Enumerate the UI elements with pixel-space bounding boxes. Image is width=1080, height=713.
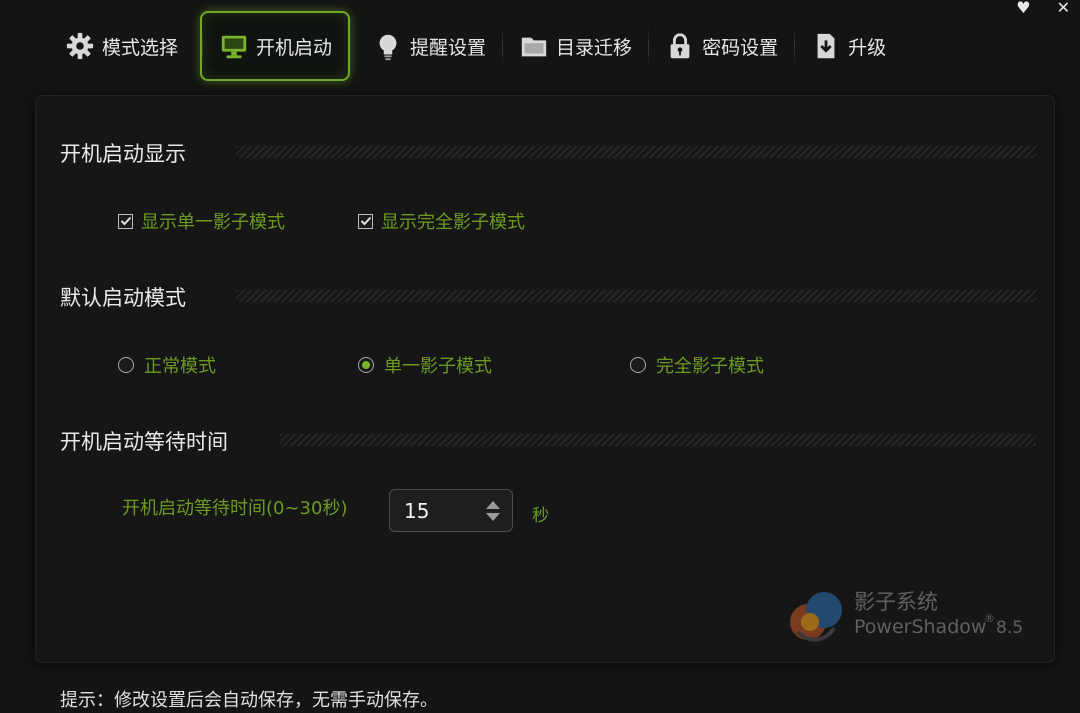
checkbox-checked-icon <box>118 213 133 229</box>
gear-icon <box>64 30 96 62</box>
folder-icon <box>518 30 550 62</box>
upgrade-icon <box>810 30 842 62</box>
tab-reminder-settings[interactable]: 提醒设置 <box>356 16 502 76</box>
show-full-shadow-checkbox[interactable]: 显示完全影子模式 <box>358 208 525 234</box>
radio-full-shadow-mode[interactable]: 完全影子模式 <box>630 352 764 378</box>
brand-version: 8.5 <box>996 618 1024 638</box>
brand-name-cn: 影子系统 <box>854 590 938 614</box>
radio-single-shadow-mode[interactable]: 单一影子模式 <box>358 352 492 378</box>
window-controls: ♥ ✕ <box>1016 0 1070 16</box>
section-divider <box>280 434 1036 446</box>
settings-panel: 开机启动显示 显示单一影子模式 显示完全影子模式 默认启动模式 正常模式 单一影… <box>36 96 1054 662</box>
wait-time-value[interactable]: 15 <box>404 499 429 523</box>
bulb-icon <box>372 30 404 62</box>
tab-bar: 模式选择 开机启动 提醒设置 目录迁移 密码设置 升级 <box>48 10 902 82</box>
section-divider <box>236 146 1036 158</box>
wait-time-spinbox[interactable]: 15 <box>389 489 513 532</box>
section-title-wait: 开机启动等待时间 <box>60 426 1036 456</box>
spin-up-icon[interactable] <box>486 500 500 509</box>
spin-arrows <box>486 500 500 521</box>
registered-mark: ® <box>984 612 995 625</box>
section-title-mode: 默认启动模式 <box>60 282 1036 312</box>
minimize-button[interactable]: ♥ <box>1016 0 1030 16</box>
spin-down-icon[interactable] <box>486 512 500 521</box>
tab-mode-select[interactable]: 模式选择 <box>48 16 194 76</box>
brand-logo: 影子系统 PowerShadow ® 8.5 <box>788 586 1038 646</box>
powershadow-logo-icon <box>790 592 842 642</box>
radio-selected-icon <box>358 357 374 373</box>
tab-label: 密码设置 <box>702 36 779 59</box>
brand-name-en: PowerShadow <box>854 616 987 638</box>
radio-normal-mode[interactable]: 正常模式 <box>118 352 216 378</box>
tab-label: 模式选择 <box>102 36 179 59</box>
checkbox-checked-icon <box>358 213 373 229</box>
wait-time-label: 开机启动等待时间(0~30秒) <box>122 498 348 519</box>
tab-label: 开机启动 <box>256 36 333 59</box>
monitor-icon <box>218 30 250 62</box>
lock-icon <box>664 30 696 62</box>
radio-unselected-icon <box>630 357 646 373</box>
close-button[interactable]: ✕ <box>1057 0 1070 16</box>
tab-upgrade[interactable]: 升级 <box>794 16 902 76</box>
radio-unselected-icon <box>118 357 134 373</box>
tab-label: 升级 <box>848 36 887 59</box>
tab-label: 目录迁移 <box>556 36 633 59</box>
show-single-shadow-checkbox[interactable]: 显示单一影子模式 <box>118 208 285 234</box>
tab-label: 提醒设置 <box>410 36 487 59</box>
tab-directory-migration[interactable]: 目录迁移 <box>502 16 648 76</box>
tab-boot-startup[interactable]: 开机启动 <box>200 11 351 81</box>
section-title-display: 开机启动显示 <box>60 138 1036 168</box>
section-divider <box>236 290 1036 302</box>
wait-time-unit: 秒 <box>532 506 549 526</box>
tab-password-settings[interactable]: 密码设置 <box>648 16 794 76</box>
footer-tip: 提示：修改设置后会自动保存，无需手动保存。 <box>60 690 438 711</box>
